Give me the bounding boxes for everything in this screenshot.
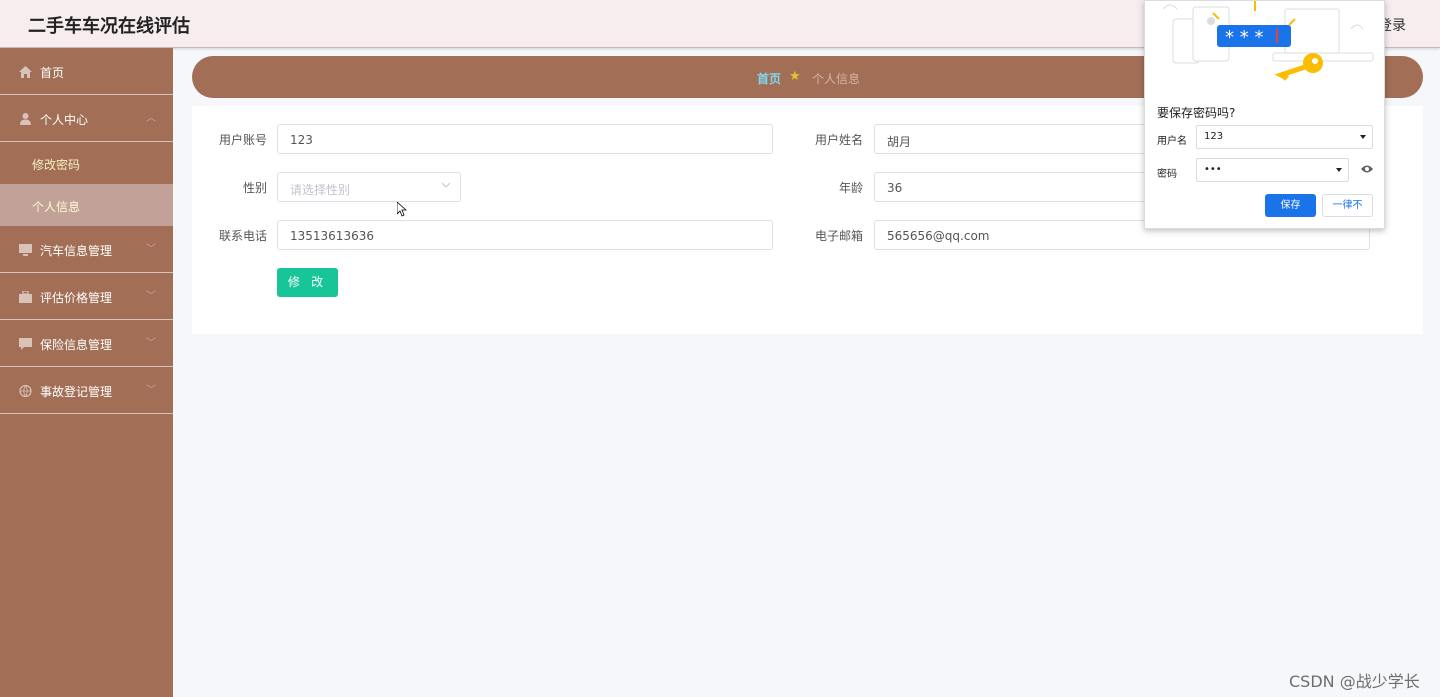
password-value: ••• — [1204, 164, 1222, 175]
modify-button[interactable]: 修 改 — [277, 268, 338, 297]
username-select[interactable]: 123 — [1196, 125, 1373, 149]
home-icon — [19, 66, 32, 78]
sidebar: 首页 个人中心 ︿ 修改密码 个人信息 汽车信息管理 ﹀ 评估价格管理 ﹀ 保险… — [0, 48, 173, 697]
chevron-down-icon — [442, 182, 450, 188]
sidebar-item-label: 个人中心 — [40, 113, 89, 127]
submenu-item-personal-info[interactable]: 个人信息 — [0, 184, 173, 226]
sidebar-item-insurance[interactable]: 保险信息管理 ﹀ — [0, 320, 173, 367]
name-label: 用户姓名 — [814, 133, 863, 147]
save-password-button[interactable]: 保存 — [1265, 194, 1316, 217]
sidebar-item-label: 保险信息管理 — [40, 338, 113, 352]
caret-down-icon — [1360, 135, 1366, 139]
sidebar-item-label: 汽车信息管理 — [40, 244, 113, 258]
mouse-cursor-icon — [397, 202, 407, 217]
sidebar-item-price-eval[interactable]: 评估价格管理 ﹀ — [0, 273, 173, 320]
password-select[interactable]: ••• — [1196, 158, 1349, 182]
submenu-item-label: 个人信息 — [32, 200, 81, 214]
briefcase-icon — [19, 291, 32, 303]
username-label: 用户名 — [1157, 136, 1187, 147]
gender-label: 性别 — [242, 181, 267, 195]
account-input[interactable]: 123 — [277, 124, 773, 154]
chevron-up-icon: ︿ — [146, 113, 156, 124]
chevron-down-icon: ﹀ — [146, 291, 156, 302]
age-label: 年龄 — [838, 181, 863, 195]
chat-icon — [19, 338, 32, 350]
sidebar-item-label: 评估价格管理 — [40, 291, 113, 305]
submenu-item-label: 修改密码 — [32, 158, 81, 172]
sidebar-item-accident[interactable]: 事故登记管理 ﹀ — [0, 367, 173, 414]
chevron-down-icon: ﹀ — [146, 244, 156, 255]
save-password-title: 要保存密码吗? — [1157, 106, 1236, 120]
never-save-button[interactable]: 一律不 — [1322, 194, 1373, 217]
password-label: 密码 — [1157, 169, 1177, 180]
eye-icon[interactable] — [1361, 164, 1373, 174]
gender-select[interactable]: 请选择性别 — [277, 172, 461, 202]
breadcrumb-current: 个人信息 — [812, 72, 861, 86]
sidebar-item-label: 首页 — [40, 66, 65, 80]
sidebar-item-label: 事故登记管理 — [40, 385, 113, 399]
sidebar-item-personal-center[interactable]: 个人中心 ︿ — [0, 95, 173, 142]
password-stars: * * * — [1225, 27, 1263, 48]
password-illustration: * * * — [1162, 1, 1374, 81]
submenu-item-change-password[interactable]: 修改密码 — [0, 142, 173, 184]
gender-select-placeholder: 请选择性别 — [290, 183, 351, 197]
username-value: 123 — [1204, 131, 1224, 142]
star-icon: ★ — [789, 69, 801, 84]
account-label: 用户账号 — [218, 133, 267, 147]
phone-label: 联系电话 — [218, 229, 267, 243]
save-password-popup: * * * 要保存密码吗? 用户名 123 密码 ••• 保存 一律不 — [1144, 0, 1385, 229]
app-title: 二手车车况在线评估 — [28, 16, 190, 37]
globe-icon — [19, 385, 32, 397]
watermark: CSDN @战少学长 — [1289, 672, 1420, 691]
user-icon — [20, 113, 31, 125]
breadcrumb-home-link[interactable]: 首页 — [757, 70, 781, 87]
sidebar-item-home[interactable]: 首页 — [0, 48, 173, 95]
chevron-down-icon: ﹀ — [146, 385, 156, 396]
chevron-down-icon: ﹀ — [146, 338, 156, 349]
email-label: 电子邮箱 — [814, 229, 863, 243]
phone-input[interactable]: 13513613636 — [277, 220, 773, 250]
caret-down-icon — [1336, 168, 1342, 172]
monitor-icon — [19, 244, 32, 256]
sidebar-item-car-info[interactable]: 汽车信息管理 ﹀ — [0, 226, 173, 273]
